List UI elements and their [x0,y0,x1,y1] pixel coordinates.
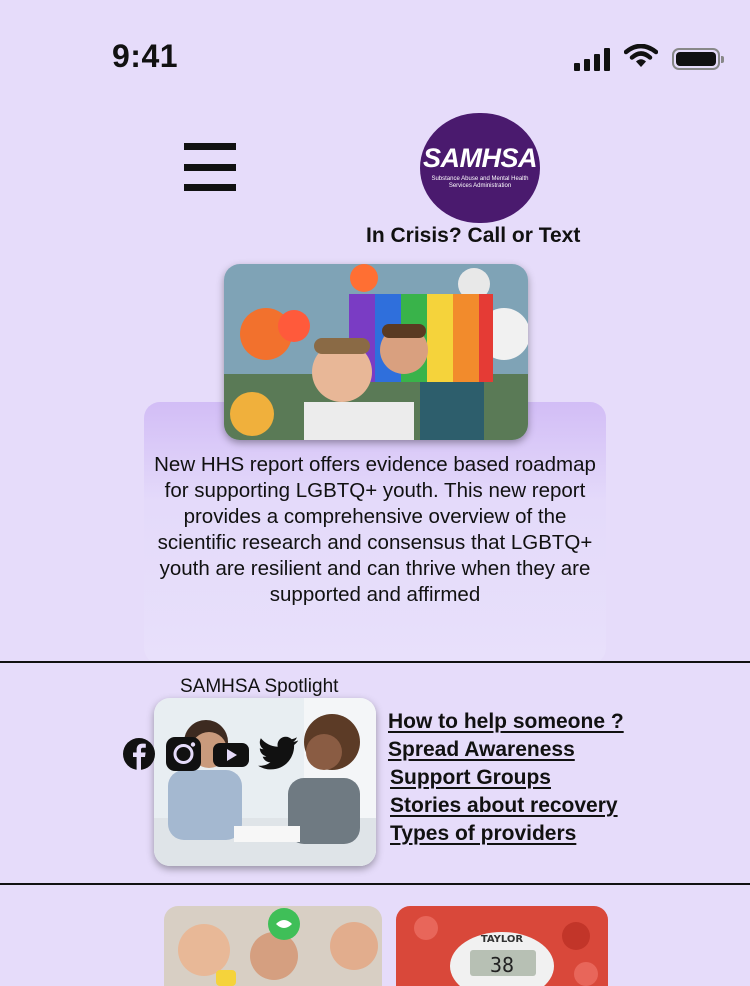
feature-description: New HHS report offers evidence based roa… [154,453,596,606]
bottom-card-thermometer[interactable]: TAYLOR 38 [396,906,608,986]
facebook-icon[interactable] [122,737,156,776]
menu-icon[interactable] [184,143,236,191]
status-icons [574,43,724,73]
logo-subtitle: Substance Abuse and Mental Health Servic… [431,176,529,189]
link-types-providers[interactable]: Types of providers [390,820,624,848]
samhsa-logo[interactable]: SAMHSA Substance Abuse and Mental Health… [420,113,540,223]
battery-icon [672,47,724,70]
instagram-icon[interactable] [164,736,204,777]
svg-text:TAYLOR: TAYLOR [481,934,524,945]
wifi-icon [623,43,659,73]
divider [0,661,750,663]
spotlight-links: How to help someone ? Spread Awareness S… [388,708,624,848]
link-stories-recovery[interactable]: Stories about recovery [390,792,624,820]
spotlight-image[interactable] [154,698,376,866]
svg-text:38: 38 [490,953,514,977]
logo-text: SAMHSA [422,143,538,173]
status-time: 9:41 [112,38,179,74]
bottom-card-community[interactable] [164,906,382,986]
spotlight-title: SAMHSA Spotlight [180,676,339,697]
feature-image[interactable] [224,264,528,440]
link-how-to-help[interactable]: How to help someone ? [388,708,624,736]
link-spread-awareness[interactable]: Spread Awareness [388,736,624,764]
divider [0,883,750,885]
cellular-signal-icon [574,47,610,71]
youtube-icon[interactable] [212,739,250,774]
link-support-groups[interactable]: Support Groups [390,764,624,792]
social-links [122,736,300,777]
twitter-icon[interactable] [258,736,300,777]
crisis-link[interactable]: In Crisis? Call or Text [366,224,580,248]
